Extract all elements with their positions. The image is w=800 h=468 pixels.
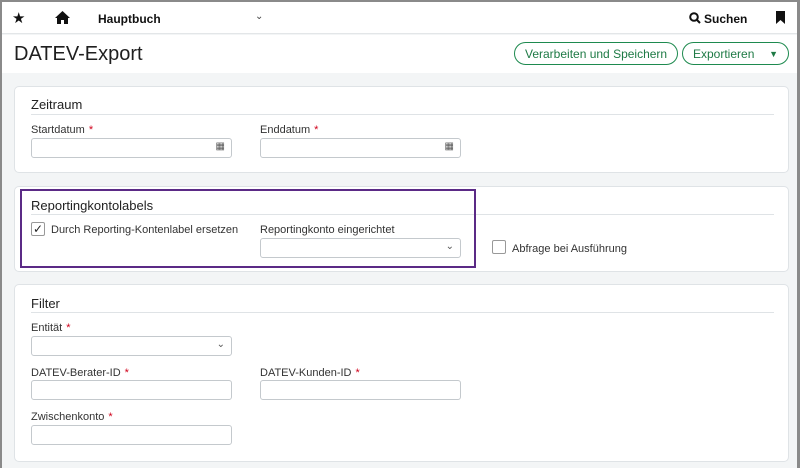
section-title: Filter — [31, 296, 60, 311]
title-bar: DATEV-Export Verarbeiten und Speichern E… — [2, 35, 797, 73]
section-title: Zeitraum — [31, 97, 83, 112]
calendar-icon[interactable]: ▦ — [445, 141, 454, 152]
chevron-down-icon: ⌄ — [216, 339, 225, 350]
search-icon[interactable] — [689, 12, 701, 24]
filter-card: Filter Entität * ⌄ DATEV-Berater-ID * DATE… — [14, 284, 789, 462]
calendar-icon[interactable]: ▦ — [216, 141, 225, 152]
page-title: DATEV-Export — [14, 43, 143, 65]
intermediate-account-input[interactable] — [31, 425, 232, 445]
export-label: Exportieren — [693, 46, 755, 61]
client-id-input[interactable] — [260, 380, 461, 400]
save-button[interactable]: Verarbeiten und Speichern — [514, 42, 679, 65]
star-icon[interactable]: ★ — [12, 9, 25, 27]
zeitraum-card: Zeitraum Startdatum * ▦ Enddatum * ▦ — [14, 86, 789, 173]
query-checkbox[interactable] — [492, 240, 506, 254]
home-icon[interactable] — [54, 10, 71, 25]
advisor-id-input[interactable] — [31, 380, 232, 400]
highlight-box — [20, 189, 476, 268]
top-bar: ★ Hauptbuch ⌄ Suchen — [2, 2, 797, 34]
start-date-label: Startdatum * — [31, 124, 94, 136]
module-selector[interactable]: Hauptbuch — [98, 12, 161, 26]
advisor-id-label: DATEV-Berater-ID * — [31, 367, 129, 379]
chevron-down-icon[interactable]: ⌄ — [255, 11, 263, 22]
caret-down-icon: ▼ — [769, 48, 778, 59]
end-date-input[interactable]: ▦ — [260, 138, 461, 158]
search-button[interactable]: Suchen — [704, 12, 747, 26]
bookmark-icon[interactable] — [776, 11, 785, 24]
query-label: Abfrage bei Ausführung — [512, 243, 627, 255]
entity-select[interactable]: ⌄ — [31, 336, 232, 356]
client-id-label: DATEV-Kunden-ID * — [260, 367, 360, 379]
intermediate-account-label: Zwischenkonto * — [31, 411, 113, 423]
end-date-label: Enddatum * — [260, 124, 319, 136]
window: ★ Hauptbuch ⌄ Suchen DATEV-Export Verarb… — [2, 2, 797, 468]
entity-label: Entität * — [31, 322, 71, 334]
start-date-input[interactable]: ▦ — [31, 138, 232, 158]
export-button[interactable]: Exportieren ▼ — [682, 42, 789, 65]
